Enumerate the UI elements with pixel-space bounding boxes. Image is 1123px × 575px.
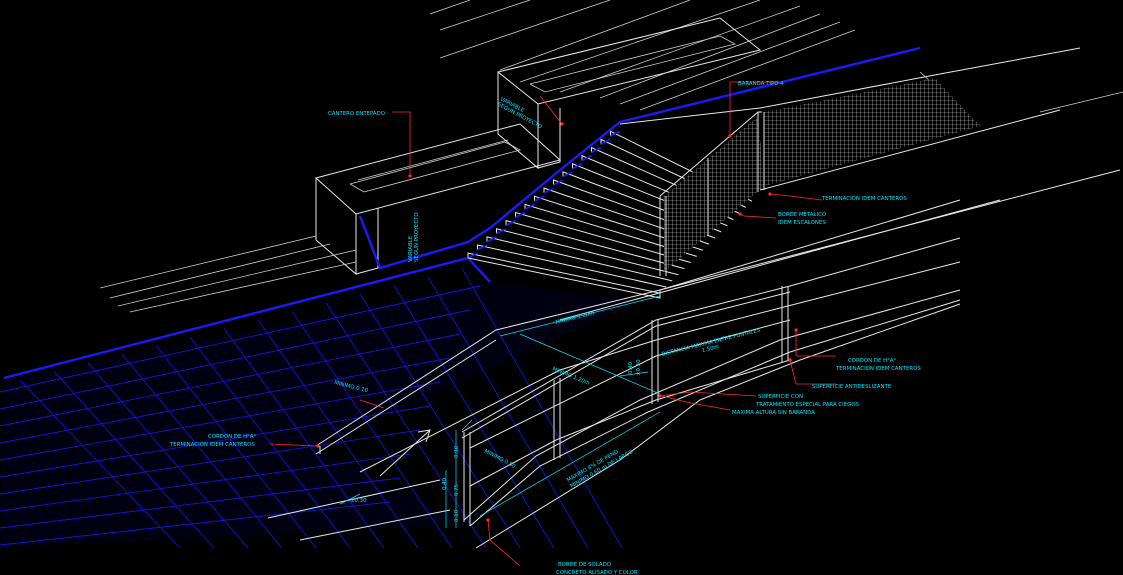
cad-drawing: CANTERO ENTEPADO VARIABLE SEGUN PROYECTO… (0, 0, 1123, 575)
label-maximo-pend-l2: MINIMO 0.60 m DE LARGO (570, 449, 635, 490)
label-variable-side: VARIABLE SEGUN PROYECTO (408, 212, 420, 262)
label-dim-040: 0.40 (628, 361, 634, 374)
label-variable-side-l2: SEGUN PROYECTO (414, 212, 420, 262)
label-minimo-050: MINIMO 0.50 (483, 448, 517, 470)
label-cantero-entepado: CANTERO ENTEPADO (328, 111, 385, 117)
label-borde-solado-l1: BORDE DE SOLADO (558, 562, 611, 568)
label-borde-solado-l2: CONCRETO ALISADO Y COLOR (556, 570, 638, 575)
label-cordon-right-l2: TERMINACION IDEM CANTEROS (835, 366, 921, 372)
label-cordon-left-l1: CORDON DE H°A° (208, 434, 257, 440)
hatch-area-top (764, 78, 980, 186)
label-maximo-pend: MAXIMO 8% DE PEND. MINIMO 0.60 m DE LARG… (566, 443, 634, 490)
label-cordon-right: CORDON DE H°A° TERMINACION IDEM CANTEROS (835, 358, 921, 372)
label-distancia-maxima: DISTANCIA MAXIMA ENTRE PUNTALES 1.50m (661, 327, 764, 364)
stair-step (486, 236, 673, 282)
label-terminacion-canteros: TERMINACION IDEM CANTEROS (821, 196, 907, 202)
stair-step (496, 228, 679, 276)
label-maxima-altura: MAXIMA ALTURA SIN BARANDA (732, 410, 815, 416)
label-cordon-left-l2: TERMINACION IDEM CANTEROS (169, 442, 255, 448)
label-superficie-antideslizante: SUPERFICIE ANTIDESLIZANTE (812, 384, 892, 390)
railing (659, 111, 765, 276)
label-borde-solado: BORDE DE SOLADO CONCRETO ALISADO Y COLOR (556, 562, 638, 575)
label-dim-090: 0.90 (454, 445, 460, 458)
blue-paving-grid (0, 256, 640, 549)
upper-lines (429, 0, 856, 111)
label-borde-metalico-l2: IDEM ESCALONES (778, 220, 826, 226)
label-distancia-maxima-l1: DISTANCIA MAXIMA ENTRE PUNTALES (661, 327, 761, 357)
label-baranda-tipo: BARANDA TIPO 4 (738, 81, 784, 87)
label-borde-metalico: BORDE METALICO IDEM ESCALONES (778, 212, 828, 226)
label-superficie-con-l2: TRATAMIENTO ESPECIAL PARA CIEGOS (755, 402, 860, 408)
label-superficie-con: SUPERFICIE CON TRATAMIENTO ESPECIAL PARA… (755, 394, 860, 408)
label-cordon-right-l1: CORDON DE H°A° (848, 358, 897, 364)
label-borde-metalico-l1: BORDE METALICO (778, 212, 826, 218)
label-dim-010: 0.10 (454, 509, 460, 522)
label-dim-030: ±0.30 (350, 498, 367, 504)
label-dim-030b: ±0.30 (636, 359, 642, 376)
upper-platform (559, 47, 1123, 321)
railing-mesh (664, 116, 764, 272)
label-dim-040b: 0.40 (442, 477, 448, 490)
label-dim-075: 0.75 (454, 484, 460, 496)
label-superficie-con-l1: SUPERFICIE CON (758, 394, 803, 400)
